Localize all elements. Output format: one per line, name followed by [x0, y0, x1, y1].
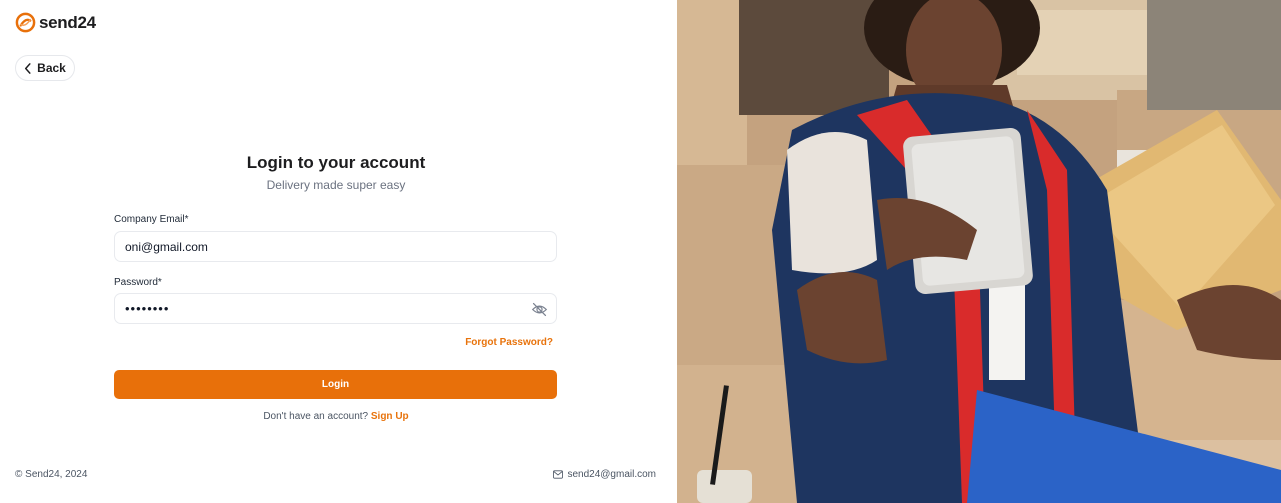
password-label: Password* [114, 277, 162, 288]
page-title: Login to your account [246, 153, 426, 172]
password-value: •••••••• [125, 301, 170, 316]
signup-link[interactable]: Sign Up [371, 411, 409, 422]
chevron-left-icon [25, 62, 31, 74]
password-field[interactable]: •••••••• [114, 293, 557, 324]
required-marker: * [157, 277, 162, 288]
password-label-text: Password [114, 277, 158, 288]
signup-row: Don't have an account? Sign Up [0, 411, 672, 422]
eye-off-icon[interactable] [531, 301, 548, 318]
contact-email[interactable]: send24@gmail.com [553, 469, 656, 480]
email-label-text: Company Email [114, 214, 185, 225]
send24-logo-icon [15, 12, 36, 33]
page-subtitle: Delivery made super easy [266, 178, 406, 192]
signup-prompt: Don't have an account? [263, 411, 369, 422]
required-marker: * [184, 214, 189, 225]
brand-logo[interactable]: send24 [15, 12, 96, 33]
logo-text: send24 [39, 12, 96, 32]
hero-image [677, 0, 1281, 503]
email-field[interactable]: oni@gmail.com [114, 231, 557, 262]
back-button[interactable]: Back [15, 55, 75, 81]
forgot-password-link[interactable]: Forgot Password? [465, 337, 553, 348]
back-button-label: Back [37, 61, 66, 75]
email-value: oni@gmail.com [125, 239, 208, 254]
contact-email-text: send24@gmail.com [567, 469, 656, 480]
delivery-worker-photo [677, 0, 1281, 503]
email-label: Company Email* [114, 214, 189, 225]
login-panel: send24 Back Login to your account Delive… [0, 0, 677, 503]
mail-icon [553, 470, 564, 479]
copyright: © Send24, 2024 [15, 469, 88, 480]
login-button[interactable]: Login [114, 370, 557, 399]
